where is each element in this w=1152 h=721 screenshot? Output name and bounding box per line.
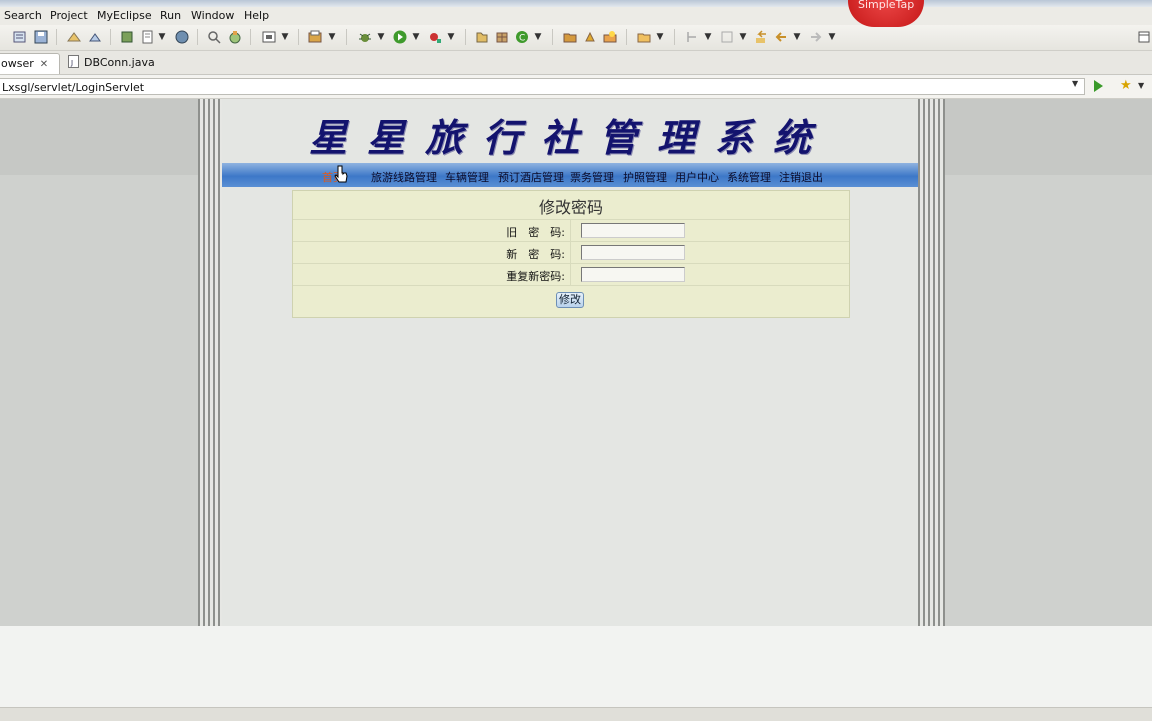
- run-config-icon[interactable]: [261, 29, 277, 45]
- tab-label: owser: [1, 57, 34, 70]
- tab-web-browser[interactable]: owser ✕: [0, 53, 60, 74]
- url-input[interactable]: Lxsgl/servlet/LoginServlet: [0, 78, 1085, 95]
- nav-logout[interactable]: 注销退出: [779, 169, 823, 185]
- menu-myeclipse[interactable]: MyEclipse: [97, 9, 152, 22]
- nav-passports[interactable]: 护照管理: [623, 169, 667, 185]
- server-icon[interactable]: [87, 29, 103, 45]
- browser-viewport: 星星旅行社管理系统 首页 旅游线路管理 车辆管理 预订酒店管理 票务管理 护照管…: [0, 99, 1152, 626]
- save-icon[interactable]: [33, 29, 49, 45]
- open-folder-icon[interactable]: [562, 29, 578, 45]
- globe-icon[interactable]: [174, 29, 190, 45]
- prev-annotation-dropdown[interactable]: ▼: [739, 29, 747, 45]
- back-icon[interactable]: [773, 29, 789, 45]
- external-tools-dropdown[interactable]: ▼: [447, 29, 455, 45]
- tab-label: DBConn.java: [84, 56, 155, 69]
- menubar: Search Project MyEclipse Run Window Help: [0, 7, 1152, 25]
- web-page: 星星旅行社管理系统 首页 旅游线路管理 车辆管理 预订酒店管理 票务管理 护照管…: [222, 99, 918, 626]
- editor-tabbar: owser ✕ DBConn.java: [0, 51, 1152, 75]
- new-package-icon[interactable]: [494, 29, 510, 45]
- nav-tour-routes[interactable]: 旅游线路管理: [371, 169, 437, 185]
- forward-dropdown: ▼: [828, 32, 836, 42]
- debug-dropdown[interactable]: ▼: [377, 29, 385, 45]
- annotation-dropdown[interactable]: ▼: [656, 29, 664, 45]
- new-password-label: 新 密 码:: [506, 248, 565, 261]
- back-dropdown[interactable]: ▼: [793, 29, 801, 45]
- next-annotation-dropdown: ▼: [704, 32, 712, 42]
- old-password-input[interactable]: [581, 223, 685, 238]
- window-titlebar: [0, 0, 1152, 7]
- forward-icon: [808, 29, 824, 45]
- star-icon[interactable]: ★: [1120, 78, 1132, 93]
- form-title: 修改密码: [538, 198, 603, 217]
- refresh-icon[interactable]: [227, 29, 243, 45]
- run-config-dropdown[interactable]: ▼: [281, 29, 289, 45]
- browser-address-bar: Lxsgl/servlet/LoginServlet ▼ ★ ▼: [0, 76, 1152, 99]
- old-password-row: 旧 密 码:: [293, 219, 849, 241]
- close-icon[interactable]: ✕: [40, 55, 48, 75]
- repeat-password-row: 重复新密码:: [293, 263, 849, 285]
- perspective-icon[interactable]: [1136, 29, 1152, 45]
- new-class-icon[interactable]: C: [514, 29, 530, 45]
- folder-dropdown[interactable]: ▼: [328, 29, 336, 45]
- open-task-icon[interactable]: [602, 29, 618, 45]
- page-border-right: [918, 99, 945, 626]
- nav-vehicles[interactable]: 车辆管理: [445, 169, 489, 185]
- menu-project[interactable]: Project: [50, 9, 88, 22]
- repeat-password-input[interactable]: [581, 267, 685, 282]
- nav-hotel-booking[interactable]: 预订酒店管理: [498, 169, 564, 185]
- svg-text:C: C: [519, 34, 525, 44]
- url-history-dropdown[interactable]: ▼: [1072, 79, 1078, 88]
- folder-icon[interactable]: [307, 29, 323, 45]
- next-annotation-icon: [684, 29, 700, 45]
- status-bar: [0, 707, 1152, 721]
- external-tools-icon[interactable]: [427, 29, 443, 45]
- last-edit-icon[interactable]: [753, 29, 769, 45]
- repeat-password-label: 重复新密码:: [506, 270, 565, 283]
- menu-help[interactable]: Help: [244, 9, 269, 22]
- tab-dbconn-java[interactable]: DBConn.java: [68, 53, 168, 73]
- file-java-icon: [68, 53, 79, 73]
- go-arrow-icon[interactable]: [1094, 80, 1103, 92]
- site-title: 星星旅行社管理系统: [308, 115, 831, 160]
- nav-system[interactable]: 系统管理: [727, 169, 771, 185]
- nav-tickets[interactable]: 票务管理: [570, 169, 614, 185]
- change-password-form: 修改密码 旧 密 码: 新 密 码: 重复新密码: 修改: [292, 190, 850, 318]
- menu-run[interactable]: Run: [160, 9, 181, 22]
- star-dropdown[interactable]: ▼: [1138, 81, 1144, 90]
- nav-user-center[interactable]: 用户中心: [675, 169, 719, 185]
- search-icon[interactable]: [206, 29, 222, 45]
- new-java-project-icon[interactable]: [474, 29, 490, 45]
- page-border-left: [198, 99, 222, 626]
- new-class-dropdown[interactable]: ▼: [534, 29, 542, 45]
- debug-icon[interactable]: [357, 29, 373, 45]
- run-icon[interactable]: [392, 29, 408, 45]
- new-wizard-icon[interactable]: [12, 29, 28, 45]
- pin-icon[interactable]: [582, 29, 598, 45]
- submit-button[interactable]: 修改: [556, 292, 584, 308]
- site-navbar: 首页 旅游线路管理 车辆管理 预订酒店管理 票务管理 护照管理 用户中心 系统管…: [222, 163, 918, 187]
- main-toolbar: ▼ ▼ ▼ ▼ ▼ ▼ C ▼ ▼ ▼ ▼ ▼ ▼: [0, 25, 1152, 51]
- open-type-icon[interactable]: [119, 29, 135, 45]
- prev-annotation-icon: [719, 29, 735, 45]
- recorder-label: SimpleTap: [858, 0, 915, 11]
- run-dropdown[interactable]: ▼: [412, 29, 420, 45]
- open-resource-dropdown[interactable]: ▼: [158, 29, 166, 45]
- new-password-row: 新 密 码:: [293, 241, 849, 263]
- menu-search[interactable]: Search: [4, 9, 42, 22]
- new-password-input[interactable]: [581, 245, 685, 260]
- old-password-label: 旧 密 码:: [506, 226, 565, 239]
- open-resource-icon[interactable]: [140, 29, 156, 45]
- hand-cursor-icon: [334, 165, 348, 183]
- annotation-icon[interactable]: [636, 29, 652, 45]
- deploy-icon[interactable]: [66, 29, 82, 45]
- menu-window[interactable]: Window: [191, 9, 234, 22]
